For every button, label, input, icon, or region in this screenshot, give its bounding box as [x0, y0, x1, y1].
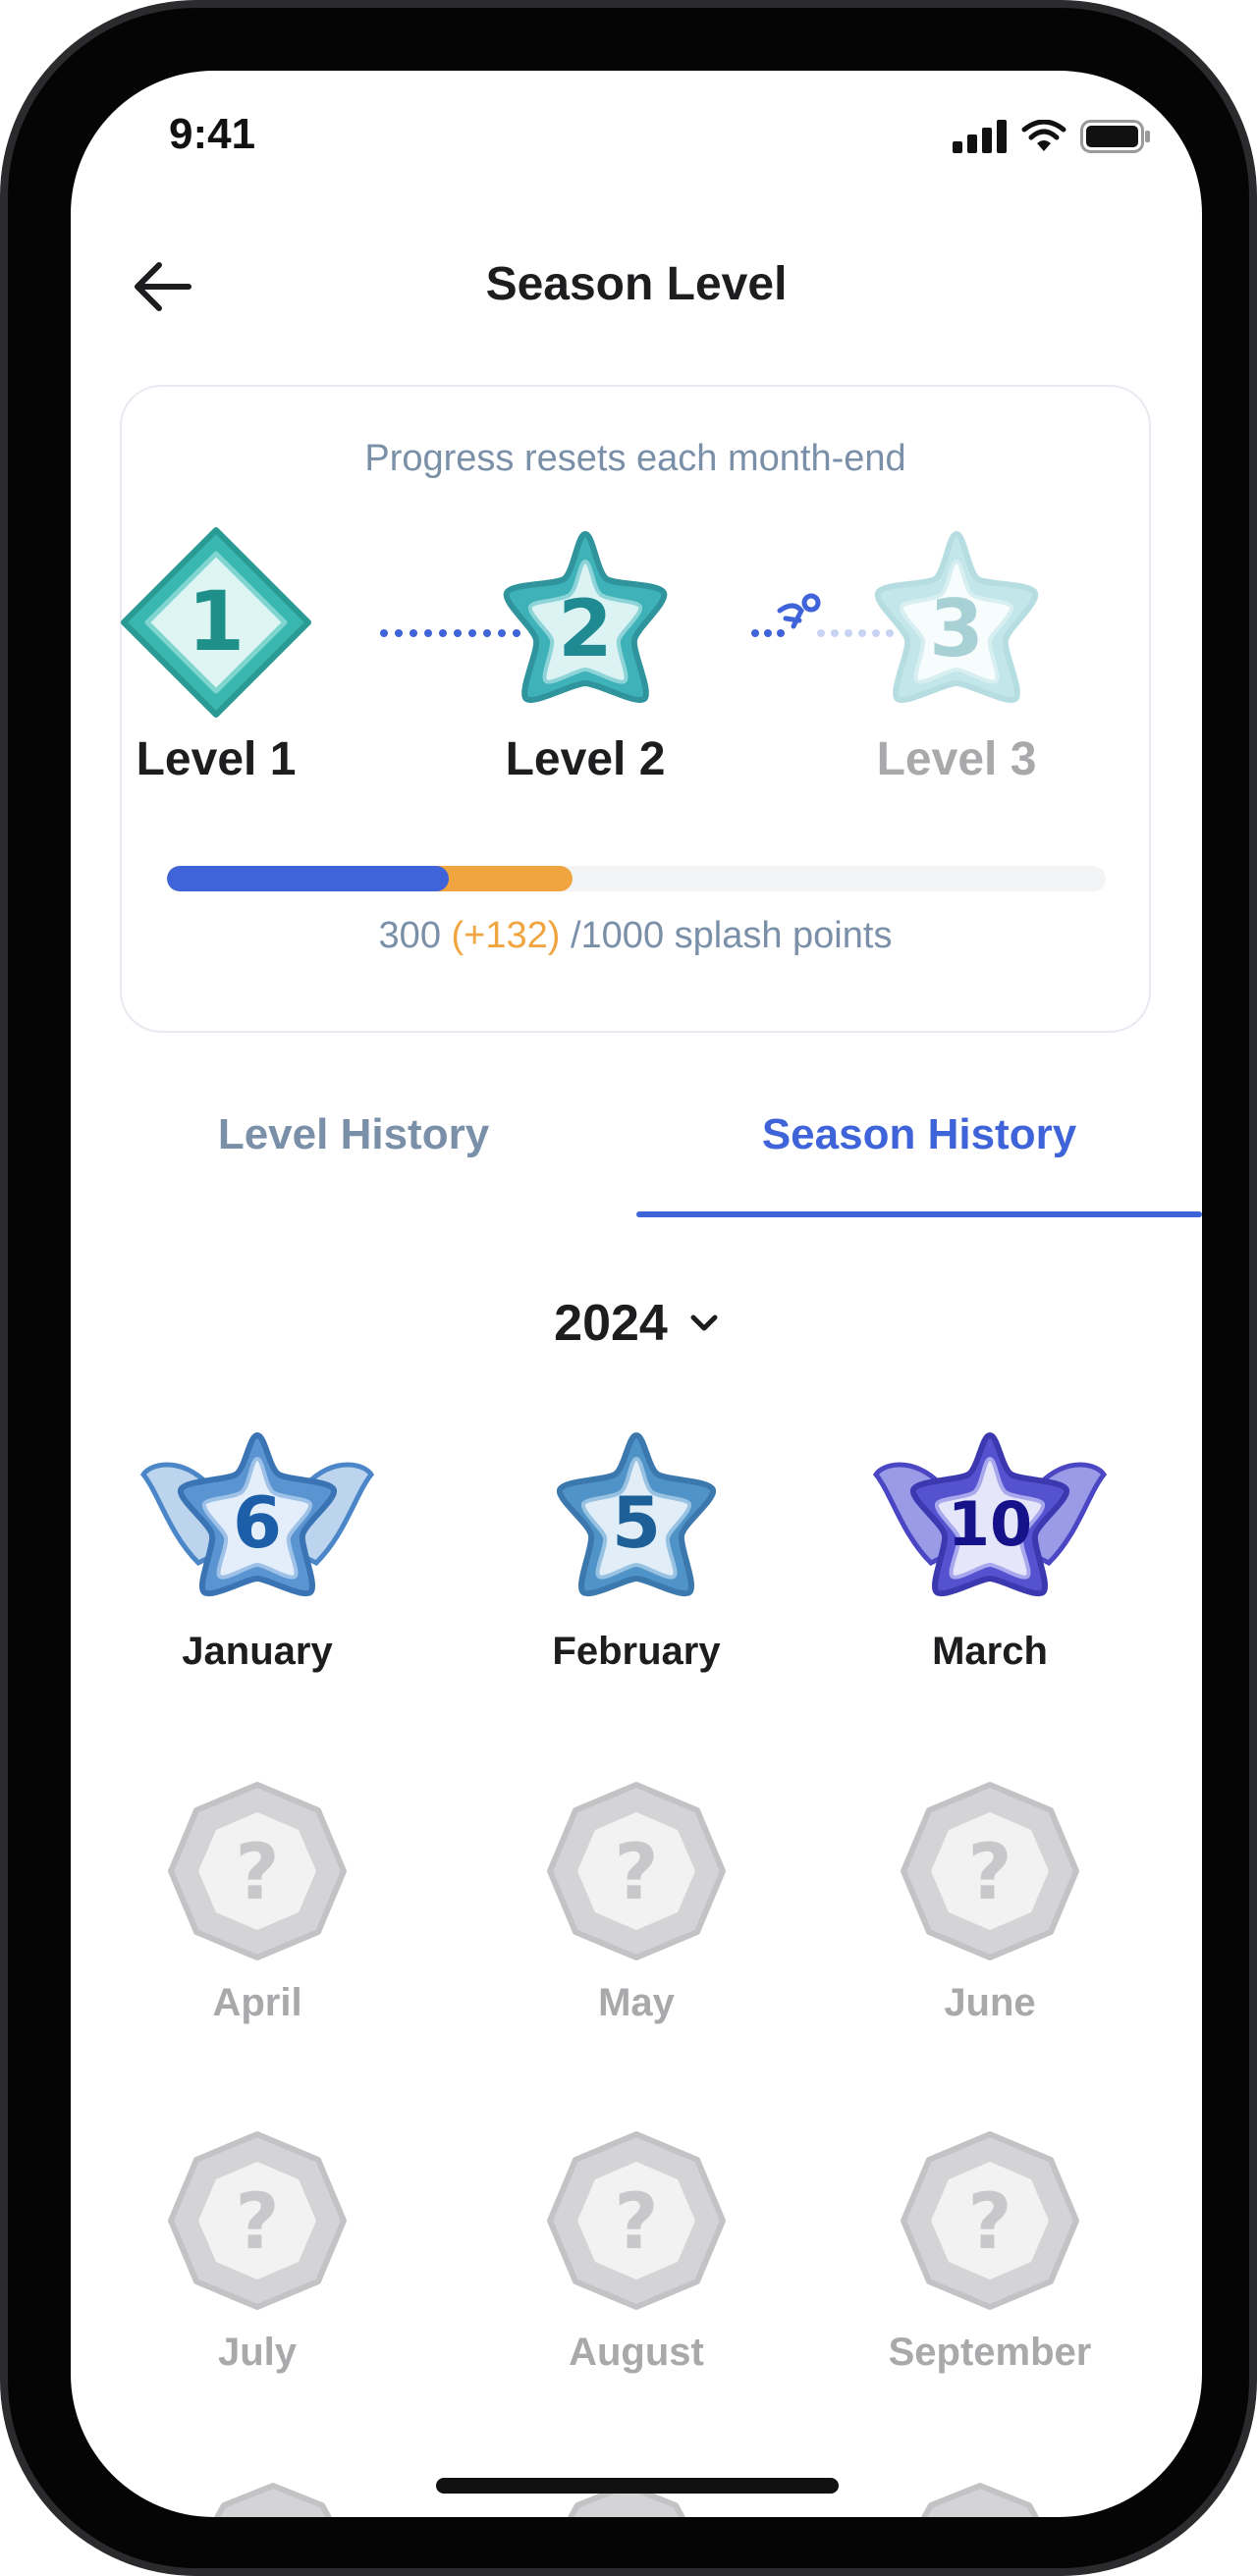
- phone-frame: 9:41 Season Level Progress resets each m…: [0, 0, 1257, 2576]
- svg-text:?: ?: [967, 2178, 1011, 2267]
- progress-card: Progress resets each month-end 1 Level 1: [120, 385, 1151, 1033]
- svg-text:3: 3: [929, 583, 984, 674]
- svg-text:?: ?: [235, 2178, 279, 2267]
- phone-bezel: 9:41 Season Level Progress resets each m…: [8, 8, 1249, 2568]
- month-label: February: [552, 1630, 721, 1673]
- month-label: June: [944, 1981, 1036, 2024]
- level-2-label: Level 2: [505, 733, 666, 785]
- active-tab-indicator: [636, 1211, 1202, 1217]
- nav-header: Season Level: [71, 214, 1202, 351]
- level-2: 2 Level 2: [477, 524, 693, 786]
- points-progress-bar: [167, 866, 1106, 891]
- chevron-down-icon: [690, 1315, 718, 1331]
- svg-text:6: 6: [233, 1481, 282, 1564]
- locked-badge-icon: [920, 2483, 1040, 2517]
- locked-badge-icon: ?: [168, 2131, 347, 2310]
- status-icons: [953, 120, 1151, 153]
- month-label: August: [569, 2331, 704, 2374]
- month-item-march[interactable]: 10 March: [813, 1425, 1167, 1674]
- month-item-july: ? July: [81, 2126, 434, 2375]
- swimmer-icon: [777, 593, 821, 629]
- locked-badge-icon: ?: [901, 1782, 1079, 1960]
- winged-badge-icon: 6: [139, 1432, 375, 1597]
- month-label: September: [888, 2331, 1092, 2374]
- locked-badge-icon: ?: [901, 2131, 1079, 2310]
- month-item-january[interactable]: 6 January: [81, 1425, 434, 1674]
- month-item-june: ? June: [813, 1777, 1167, 2025]
- svg-text:?: ?: [235, 1829, 279, 1917]
- month-item-may: ? May: [460, 1777, 813, 2025]
- level-1-diamond-badge-icon: 1: [121, 527, 311, 718]
- svg-text:1: 1: [188, 573, 245, 670]
- points-total: /1000 splash points: [570, 915, 893, 956]
- reset-note: Progress resets each month-end: [364, 438, 906, 479]
- locked-badge-icon: ?: [168, 1782, 347, 1960]
- progress-current-fill: [167, 866, 449, 891]
- tab-level-history[interactable]: Level History: [71, 1086, 636, 1184]
- level-3-star-badge-icon: 3: [874, 531, 1039, 704]
- screen: 9:41 Season Level Progress resets each m…: [71, 71, 1202, 2517]
- svg-text:10: 10: [948, 1488, 1032, 1560]
- month-label: April: [212, 1981, 302, 2024]
- locked-badge-icon: [213, 2483, 333, 2517]
- svg-text:?: ?: [614, 2178, 658, 2267]
- level-2-star-badge-icon: 2: [503, 531, 668, 704]
- svg-text:5: 5: [612, 1481, 661, 1564]
- month-label: May: [598, 1981, 675, 2024]
- level-1: 1 Level 1: [108, 524, 324, 786]
- points-current: 300: [378, 915, 441, 956]
- star-badge-icon: 5: [557, 1432, 716, 1597]
- page-title: Season Level: [485, 258, 788, 310]
- month-item-august: ? August: [460, 2126, 813, 2375]
- locked-badge-icon: ?: [547, 1782, 726, 1960]
- year-selector[interactable]: 2024: [71, 1294, 1202, 1353]
- signal-icon: [953, 120, 1007, 153]
- level-3: 3 Level 3: [848, 524, 1065, 786]
- month-label: March: [932, 1630, 1048, 1673]
- locked-badge-icon: ?: [547, 2131, 726, 2310]
- level-3-label: Level 3: [876, 733, 1037, 785]
- points-text: 300 (+132) /1000 splash points: [122, 915, 1149, 957]
- battery-icon: [1080, 120, 1150, 153]
- history-tabs: Level History Season History: [71, 1086, 1202, 1223]
- svg-text:?: ?: [967, 1829, 1011, 1917]
- month-item-february[interactable]: 5 February: [460, 1425, 813, 1674]
- winged-purple-badge-icon: 10: [872, 1432, 1108, 1597]
- svg-text:2: 2: [558, 583, 613, 674]
- level-1-label: Level 1: [136, 733, 297, 785]
- year-value: 2024: [554, 1295, 668, 1352]
- home-indicator[interactable]: [436, 2478, 839, 2494]
- wifi-icon: [1021, 120, 1066, 151]
- svg-text:?: ?: [614, 1829, 658, 1917]
- status-time: 9:41: [169, 110, 256, 158]
- points-gain: (+132): [451, 915, 561, 956]
- month-item-april: ? April: [81, 1777, 434, 2025]
- month-label: January: [182, 1630, 333, 1673]
- month-item-september: ? September: [813, 2126, 1167, 2375]
- tab-season-history[interactable]: Season History: [636, 1086, 1202, 1184]
- month-label: July: [217, 2331, 298, 2374]
